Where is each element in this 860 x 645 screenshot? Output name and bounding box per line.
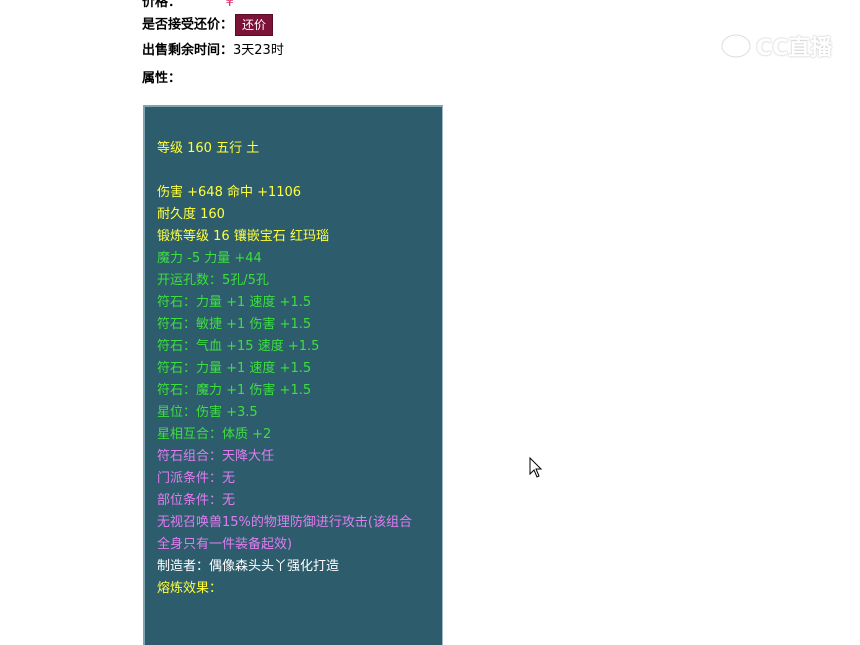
- item-attribute-line: 魔力 -5 力量 +44: [157, 251, 262, 266]
- cc-eye-logo-icon: [720, 33, 752, 59]
- item-attribute-line: 符石：力量 +1 速度 +1.5: [157, 361, 312, 376]
- item-attribute-line: 全身只有一件装备起效): [157, 537, 293, 552]
- bargain-label: 是否接受还价：: [142, 17, 234, 33]
- item-attribute-line: 门派条件：无: [157, 471, 236, 486]
- attributes-row: 属性：: [142, 71, 181, 87]
- item-attribute-line: 符石：气血 +15 速度 +1.5: [157, 339, 320, 354]
- item-attribute-line: 开运孔数：5孔/5孔: [157, 273, 269, 288]
- price-row: 价格： ¥: [142, 0, 234, 10]
- item-attribute-line: 符石：敏捷 +1 伤害 +1.5: [157, 317, 312, 332]
- item-attribute-line: 符石：力量 +1 速度 +1.5: [157, 295, 312, 310]
- bargain-row: 是否接受还价： 还价: [142, 14, 274, 36]
- price-label: 价格：: [142, 0, 182, 10]
- item-attribute-line: 星相互合：体质 +2: [157, 427, 272, 442]
- price-value: ¥: [225, 0, 234, 10]
- item-attributes-panel: 等级 160 五行 土伤害 +648 命中 +1106 耐久度 160 锻炼等级 1…: [143, 105, 443, 645]
- item-attribute-line: 部位条件：无: [157, 493, 236, 508]
- time-left-value: 3天23时: [233, 43, 284, 58]
- mouse-pointer-icon: [529, 457, 543, 478]
- item-line-spacer: [157, 160, 412, 182]
- time-left-row: 出售剩余时间：3天23时: [142, 43, 284, 59]
- item-attribute-line: 锻炼等级 16 镶嵌宝石 红玛瑙: [157, 229, 329, 244]
- attributes-label: 属性：: [142, 71, 182, 86]
- time-left-label: 出售剩余时间：: [142, 43, 234, 58]
- item-attribute-line: 熔炼效果：: [157, 581, 223, 596]
- item-attribute-line: 无视召唤兽15%的物理防御进行攻击(该组合: [157, 515, 412, 530]
- item-attribute-line: 耐久度 160: [157, 207, 225, 222]
- item-attribute-list: 等级 160 五行 土伤害 +648 命中 +1106 耐久度 160 锻炼等级 1…: [157, 138, 412, 600]
- item-attribute-line: 符石组合：天降大任: [157, 449, 275, 464]
- item-attribute-line: 星位：伤害 +3.5: [157, 405, 258, 420]
- watermark-text: CC直播: [756, 36, 833, 61]
- item-attribute-line: 符石：魔力 +1 伤害 +1.5: [157, 383, 312, 398]
- cc-live-watermark: CC直播: [720, 30, 835, 62]
- item-attribute-line: 制造者：偶像森头头丫强化打造: [157, 559, 340, 574]
- bargain-button[interactable]: 还价: [235, 14, 274, 36]
- item-attribute-line: 伤害 +648 命中 +1106: [157, 185, 302, 200]
- item-attribute-line: 等级 160 五行 土: [157, 141, 260, 156]
